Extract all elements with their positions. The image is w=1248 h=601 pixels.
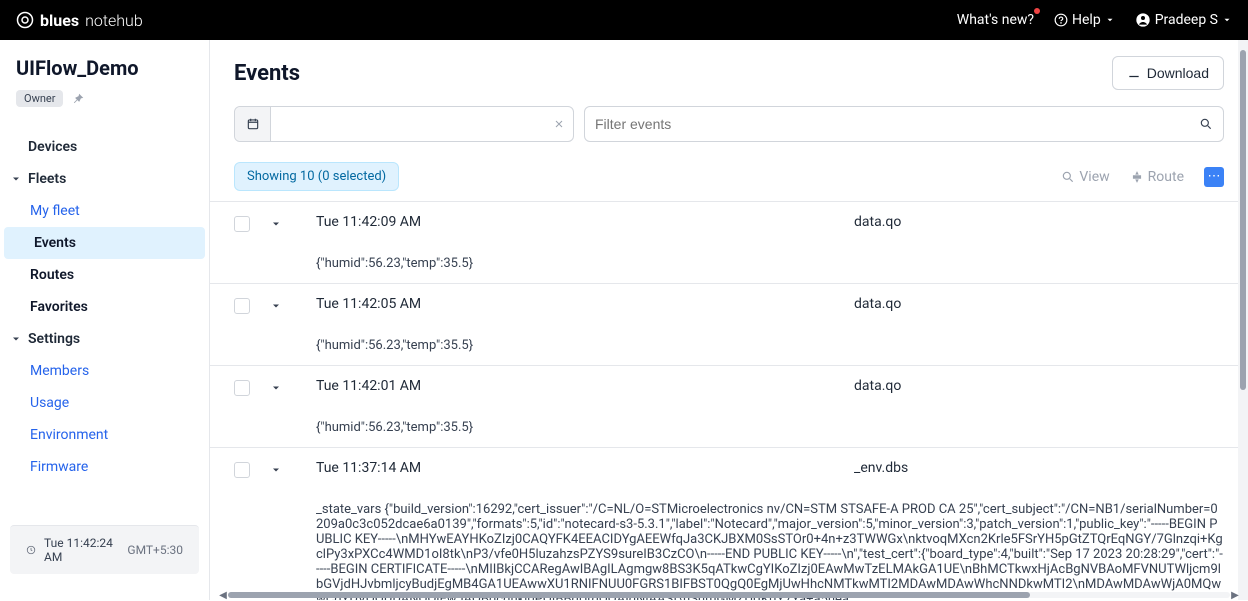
event-payload: {"humid":56.23,"temp":35.5} <box>316 256 1224 271</box>
chevron-down-icon <box>10 173 22 185</box>
logo-icon <box>16 11 34 29</box>
nav-label: My fleet <box>30 203 80 219</box>
nav-events[interactable]: Events <box>4 227 205 259</box>
pin-icon[interactable] <box>71 91 85 107</box>
logo-text-bold: blues <box>40 11 79 30</box>
more-button[interactable]: ⋯ <box>1204 167 1224 187</box>
download-button[interactable]: Download <box>1112 56 1224 90</box>
help-icon <box>1054 13 1068 27</box>
nav-devices[interactable]: Devices <box>0 131 209 163</box>
event-time: Tue 11:42:05 AM <box>316 296 838 312</box>
footer-tz: GMT+5:30 <box>127 543 183 557</box>
whats-new-link[interactable]: What's new? <box>957 12 1034 28</box>
chevron-down-icon <box>1222 15 1232 25</box>
event-time: Tue 11:37:14 AM <box>316 460 838 476</box>
nav-settings[interactable]: Settings <box>0 323 209 355</box>
expand-chevron-icon[interactable] <box>270 216 300 232</box>
event-payload: {"humid":56.23,"temp":35.5} <box>316 338 1224 353</box>
events-list[interactable]: Tue 11:42:09 AM data.qo {"humid":56.23,"… <box>210 201 1248 600</box>
clear-date-icon[interactable] <box>553 116 565 132</box>
nav-label: Devices <box>28 139 77 155</box>
expand-chevron-icon[interactable] <box>270 298 300 314</box>
owner-badge: Owner <box>16 90 63 107</box>
nav-label: Events <box>34 235 76 251</box>
event-payload: {"humid":56.23,"temp":35.5} <box>316 420 1224 435</box>
route-button[interactable]: Route <box>1130 169 1184 185</box>
route-label: Route <box>1148 169 1184 185</box>
nav-my-fleet[interactable]: My fleet <box>0 195 209 227</box>
footer-time: Tue 11:42:24 AM <box>44 536 119 564</box>
content: Events Download Sho <box>210 40 1248 600</box>
view-button[interactable]: View <box>1061 169 1109 185</box>
download-icon <box>1127 66 1141 80</box>
event-checkbox[interactable] <box>234 298 250 314</box>
nav-label: Members <box>30 363 89 379</box>
nav-label: Usage <box>30 395 69 411</box>
user-menu[interactable]: Pradeep S <box>1135 12 1232 28</box>
nav-fleets[interactable]: Fleets <box>0 163 209 195</box>
event-time: Tue 11:42:01 AM <box>316 378 838 394</box>
user-label: Pradeep S <box>1155 12 1218 28</box>
event-file: data.qo <box>854 214 1224 230</box>
vertical-scrollbar[interactable] <box>1238 40 1248 600</box>
nav-label: Favorites <box>30 299 88 315</box>
help-label: Help <box>1072 12 1101 28</box>
chevron-down-icon <box>10 333 22 345</box>
event-time: Tue 11:42:09 AM <box>316 214 838 230</box>
event-payload: _state_vars {"build_version":16292,"cert… <box>316 502 1224 600</box>
view-label: View <box>1079 169 1109 185</box>
chevron-down-icon <box>1105 15 1115 25</box>
scroll-left-icon[interactable]: ◀ <box>218 590 228 601</box>
nav-environment[interactable]: Environment <box>0 419 209 451</box>
event-row: Tue 11:37:14 AM _env.dbs _state_vars {"b… <box>210 448 1248 600</box>
event-file: _env.dbs <box>854 460 1224 476</box>
showing-badge: Showing 10 (0 selected) <box>234 162 399 191</box>
event-file: data.qo <box>854 378 1224 394</box>
download-label: Download <box>1147 65 1209 81</box>
filter-events-field[interactable] <box>595 116 1199 132</box>
whats-new-label: What's new? <box>957 12 1034 28</box>
clock-icon <box>26 544 36 556</box>
nav-routes[interactable]: Routes <box>0 259 209 291</box>
event-checkbox[interactable] <box>234 462 250 478</box>
event-checkbox[interactable] <box>234 380 250 396</box>
expand-chevron-icon[interactable] <box>270 462 300 478</box>
event-checkbox[interactable] <box>234 216 250 232</box>
sidebar: UIFlow_Demo Owner Devices Fleets My flee… <box>0 40 210 600</box>
event-row: Tue 11:42:09 AM data.qo {"humid":56.23,"… <box>210 202 1248 284</box>
user-icon <box>1135 12 1151 28</box>
route-icon <box>1130 170 1144 184</box>
search-icon <box>1061 170 1075 184</box>
event-row: Tue 11:42:01 AM data.qo {"humid":56.23,"… <box>210 366 1248 448</box>
ellipsis-icon: ⋯ <box>1208 169 1221 184</box>
nav-members[interactable]: Members <box>0 355 209 387</box>
event-row: Tue 11:42:05 AM data.qo {"humid":56.23,"… <box>210 284 1248 366</box>
nav-label: Environment <box>30 427 108 443</box>
date-filter[interactable] <box>234 106 574 142</box>
search-icon[interactable] <box>1199 116 1213 132</box>
project-title: UIFlow_Demo <box>0 56 209 90</box>
logo-text-light: notehub <box>85 11 143 30</box>
event-file: data.qo <box>854 296 1224 312</box>
nav-label: Settings <box>28 331 80 347</box>
nav-firmware[interactable]: Firmware <box>0 451 209 483</box>
nav-usage[interactable]: Usage <box>0 387 209 419</box>
calendar-icon[interactable] <box>235 107 271 141</box>
topbar: blues notehub What's new? Help Pradeep S <box>0 0 1248 40</box>
time-footer: Tue 11:42:24 AM GMT+5:30 <box>10 525 199 574</box>
nav-label: Fleets <box>28 171 66 187</box>
notification-dot-icon <box>1034 8 1040 14</box>
nav-label: Firmware <box>30 459 88 475</box>
expand-chevron-icon[interactable] <box>270 380 300 396</box>
help-menu[interactable]: Help <box>1054 12 1115 28</box>
logo[interactable]: blues notehub <box>16 11 143 30</box>
page-title: Events <box>234 61 300 86</box>
filter-events-input[interactable] <box>584 106 1224 142</box>
nav-label: Routes <box>30 267 74 283</box>
horizontal-scrollbar[interactable]: ◀ ▶ <box>210 590 1248 600</box>
scroll-right-icon[interactable]: ▶ <box>1230 590 1240 601</box>
nav-favorites[interactable]: Favorites <box>0 291 209 323</box>
